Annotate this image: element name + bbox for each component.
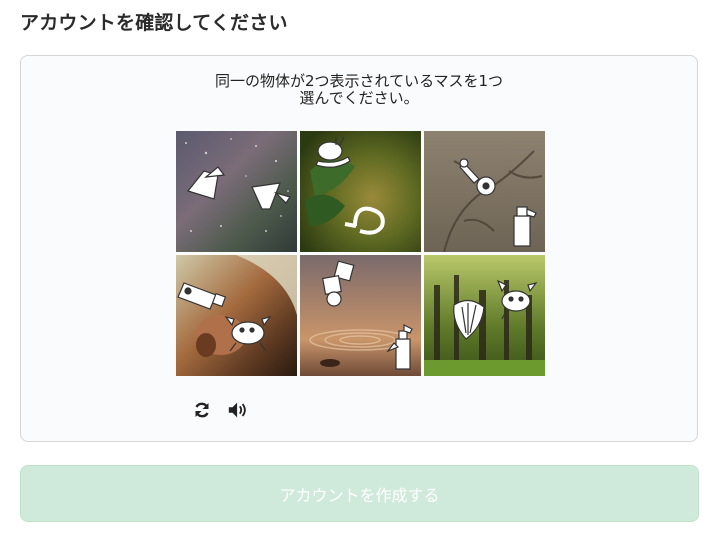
captcha-tile-1[interactable] [176, 131, 297, 252]
tile-1-image [176, 131, 297, 252]
instruction-line-2: 選んでください。 [299, 89, 419, 107]
audio-button[interactable] [227, 399, 249, 421]
captcha-panel: 同一の物体が2つ表示されているマスを1つ 選んでください。 [20, 55, 698, 442]
refresh-icon [195, 402, 209, 418]
captcha-tile-4[interactable] [176, 255, 297, 376]
page-title: アカウントを確認してください [20, 12, 288, 34]
captcha-tile-2[interactable] [300, 131, 421, 252]
captcha-controls [191, 399, 249, 421]
captcha-grid [176, 131, 546, 376]
create-account-button[interactable]: アカウントを作成する [20, 465, 699, 522]
captcha-tile-6[interactable] [424, 255, 545, 376]
refresh-button[interactable] [191, 399, 213, 421]
tile-3-image [424, 131, 545, 252]
tile-4-image [176, 255, 297, 376]
speaker-icon [228, 402, 246, 418]
captcha-tile-3[interactable] [424, 131, 545, 252]
tile-2-image [300, 131, 421, 252]
tile-5-image [300, 255, 421, 376]
instruction-line-1: 同一の物体が2つ表示されているマスを1つ [214, 72, 504, 90]
captcha-tile-5[interactable] [300, 255, 421, 376]
tile-6-image [424, 255, 545, 376]
captcha-instructions: 同一の物体が2つ表示されているマスを1つ 選んでください。 [21, 73, 697, 107]
